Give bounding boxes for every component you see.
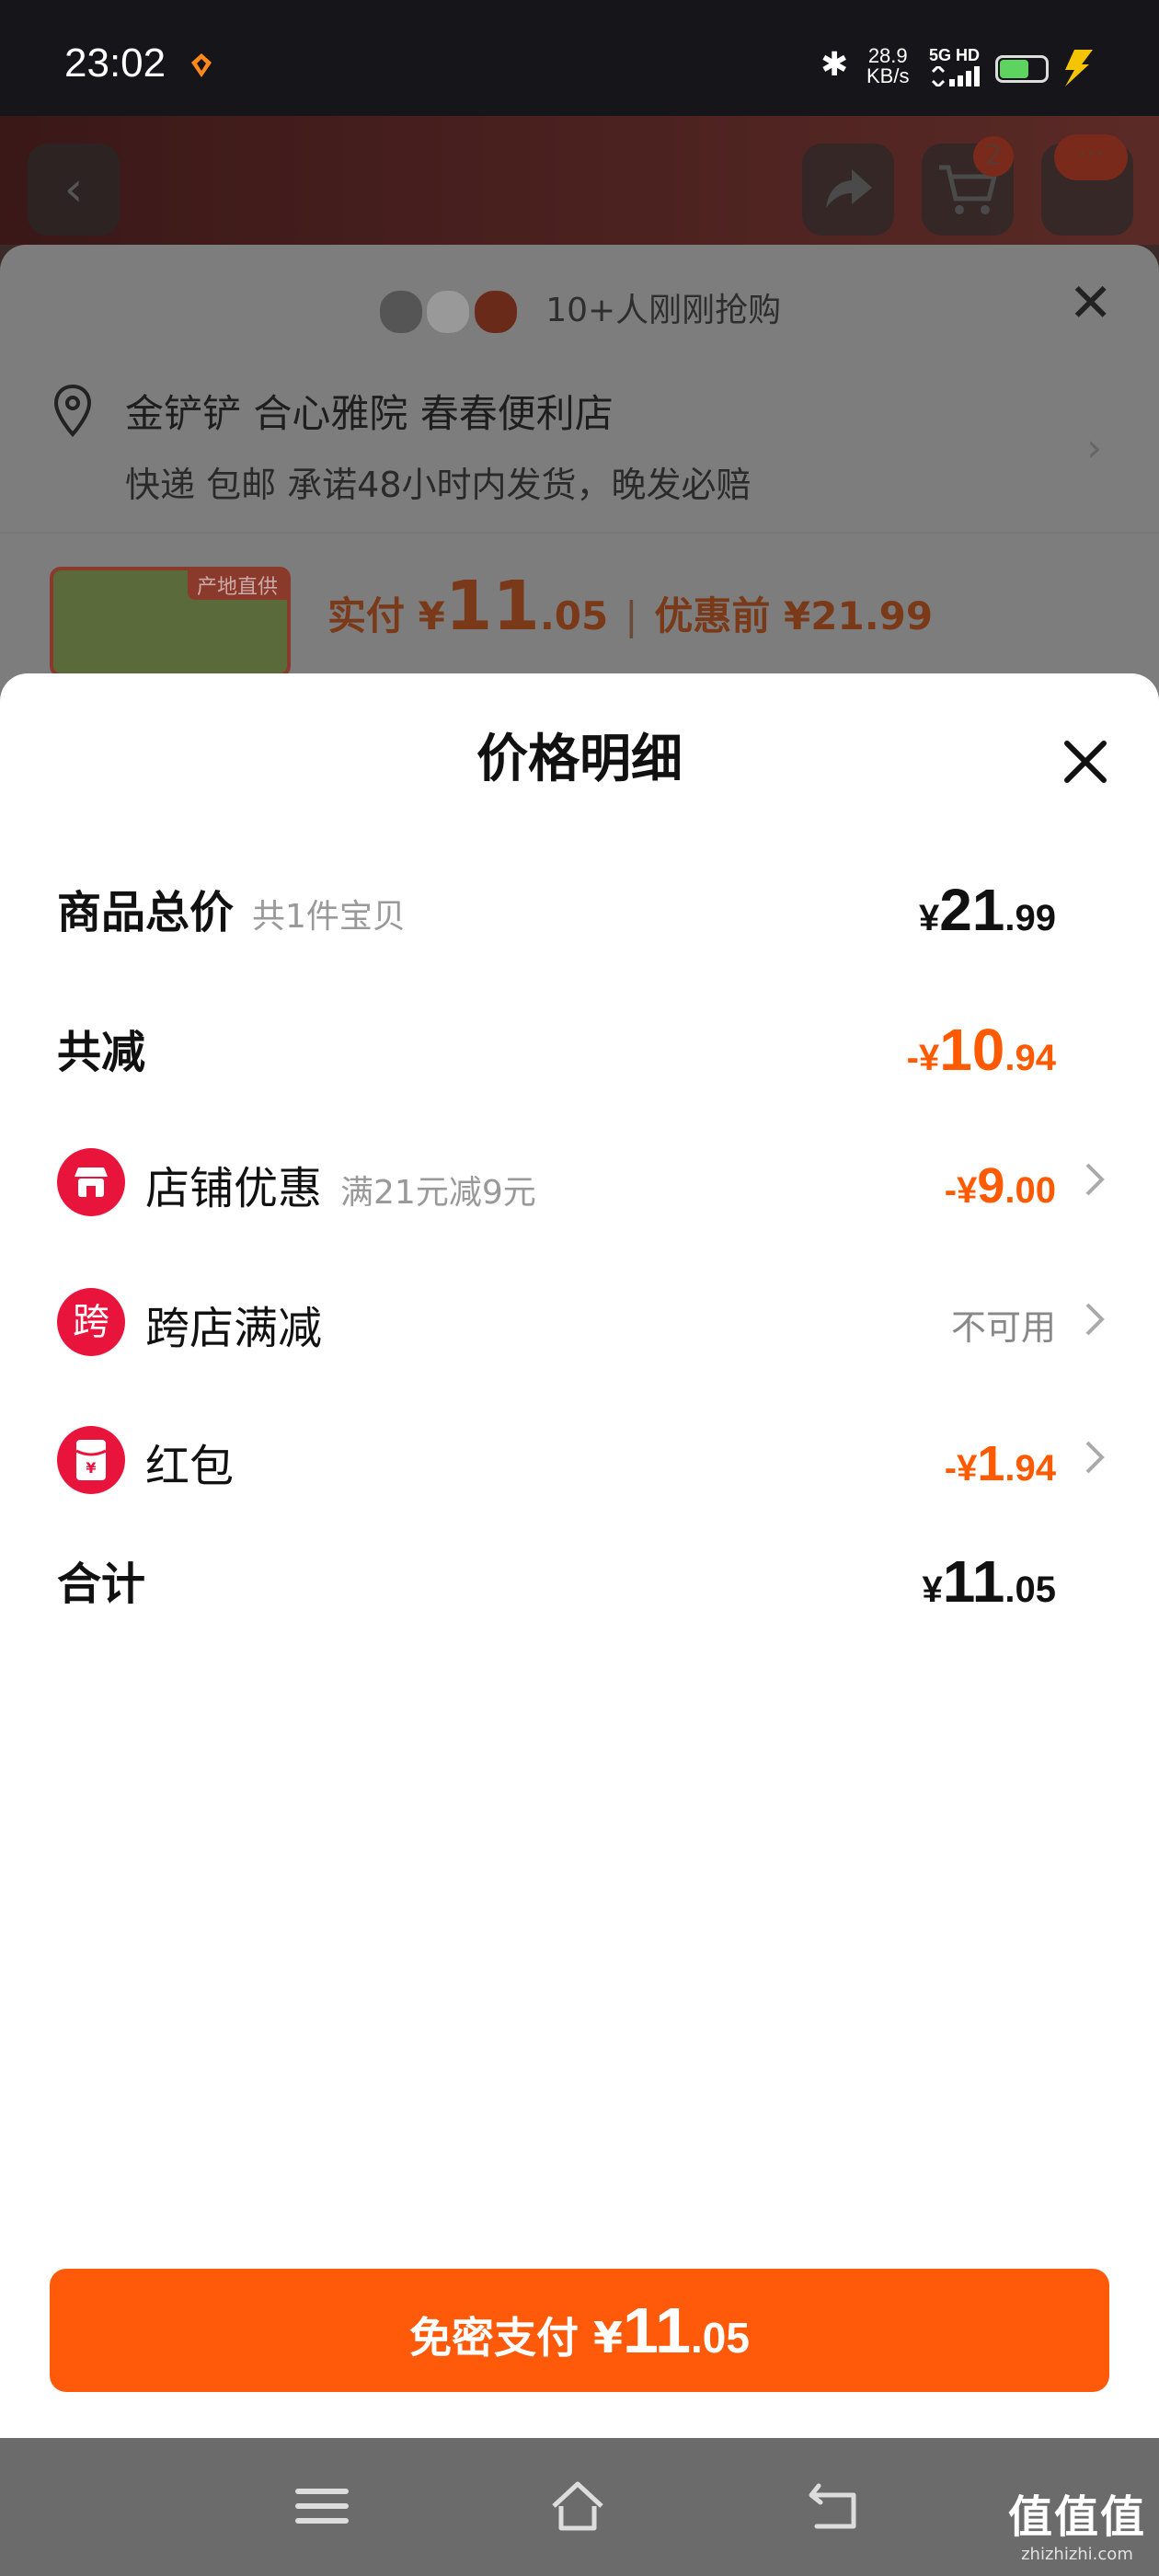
item-count: 共1件宝贝	[252, 898, 406, 936]
cross-store-status: 不可用	[950, 1307, 1056, 1348]
buyer-avatar	[377, 289, 424, 335]
item-total-value: ¥21.99	[919, 876, 1056, 944]
menu-icon[interactable]	[293, 2478, 351, 2534]
origin-tag: 产地直供	[187, 570, 287, 600]
paid-price: 实付 ¥11.05 | 优惠前 ¥21.99	[327, 567, 933, 646]
back-button[interactable]: ‹	[28, 144, 120, 236]
shop-discount-label: 店铺优惠 满21元减9元	[145, 1152, 536, 1216]
row-red-packet[interactable]: ¥ 红包 -¥1.94	[0, 1374, 1159, 1503]
chevron-right-icon	[1085, 1303, 1105, 1336]
currency: -¥	[906, 1038, 940, 1078]
more-dots: ···	[1054, 134, 1128, 180]
divider	[0, 532, 1159, 534]
battery-icon	[995, 55, 1049, 83]
total-discount-value: -¥10.94	[907, 1016, 1056, 1084]
network-type: 5G HD	[929, 46, 981, 64]
buyer-avatar	[472, 289, 519, 335]
pay-button-int: 11	[623, 2294, 692, 2366]
bluetooth-icon: ✱	[820, 46, 849, 84]
share-button[interactable]	[802, 144, 894, 236]
red-packet-icon: ¥	[57, 1426, 125, 1494]
chevron-right-icon: ›	[1086, 425, 1102, 470]
red-packet-label: 红包	[145, 1441, 235, 1492]
recent-buyers: 10+人刚刚抢购	[0, 283, 1159, 335]
value-dec: .05	[1004, 1570, 1056, 1610]
back-icon[interactable]	[806, 2478, 865, 2534]
modal-title: 价格明细	[476, 730, 683, 789]
value-int: 9	[977, 1158, 1005, 1213]
system-nav-bar	[0, 2438, 1159, 2576]
network-speed: 28.9 KB/s	[866, 46, 909, 86]
item-total-label: 商品总价	[57, 887, 235, 938]
sheet-close-button[interactable]: ✕	[1068, 276, 1113, 329]
value-int: 11	[942, 1548, 1005, 1615]
row-cross-store-discount[interactable]: 跨 跨店满减 不可用	[0, 1236, 1159, 1365]
paid-prefix: 实付 ¥	[327, 593, 445, 638]
password-free-pay-button[interactable]: 免密支付 ¥11.05	[50, 2269, 1109, 2392]
currency: ¥	[918, 898, 940, 938]
product-thumbnail: 产地直供	[50, 567, 291, 677]
value-dec: .94	[1004, 1038, 1056, 1078]
row-label: 商品总价 共1件宝贝	[57, 876, 406, 940]
before-discount-price: 优惠前 ¥21.99	[654, 593, 934, 638]
chevron-right-icon	[1085, 1163, 1105, 1196]
signal-icon	[931, 66, 980, 86]
grand-total-label: 合计	[57, 1558, 146, 1610]
row-item-total: 商品总价 共1件宝贝 ¥21.99	[0, 830, 1159, 959]
value-dec: .00	[1004, 1170, 1056, 1211]
value-dec: .99	[1004, 898, 1056, 938]
delivery-address[interactable]: 金铲铲 合心雅院 春春便利店	[125, 383, 614, 439]
location-icon	[53, 384, 92, 437]
shop-icon	[57, 1148, 125, 1216]
watermark-url: zhizhizhi.com	[1021, 2545, 1133, 2564]
paid-dec: .05	[539, 593, 609, 638]
pay-button-dec: .05	[691, 2314, 750, 2362]
cross-store-label: 跨店满减	[145, 1303, 323, 1354]
watermark-text: 值值值	[1007, 2491, 1146, 2543]
status-bar: 23:02 ✱ 28.9 KB/s 5G HD	[0, 0, 1159, 116]
red-packet-glyph: ¥	[86, 1459, 96, 1477]
value-int: 21	[939, 877, 1005, 943]
value-int: 10	[939, 1017, 1005, 1083]
app-notification-icon	[191, 53, 212, 77]
product-nav-bar: ‹ 2 ···	[0, 116, 1159, 245]
charging-icon	[1065, 50, 1093, 86]
price-separator: |	[625, 593, 638, 638]
row-shop-discount[interactable]: 店铺优惠 满21元减9元 -¥9.00	[0, 1097, 1159, 1225]
buyer-avatar	[425, 289, 472, 335]
currency: -¥	[944, 1170, 978, 1211]
share-icon	[826, 169, 872, 208]
close-icon[interactable]	[1061, 738, 1109, 786]
cart-badge: 2	[973, 136, 1014, 177]
network-speed-value: 28.9	[867, 44, 908, 67]
grand-total-value: ¥11.05	[922, 1547, 1056, 1616]
row-grand-total: 合计 ¥11.05	[0, 1501, 1159, 1630]
shop-discount-rule: 满21元减9元	[340, 1174, 536, 1212]
total-discount-label: 共减	[57, 1027, 146, 1078]
shop-discount-value: -¥9.00	[945, 1157, 1056, 1214]
status-time: 23:02	[64, 40, 166, 86]
pay-button-label: 免密支付 ¥	[409, 2313, 624, 2363]
value-int: 1	[977, 1436, 1005, 1491]
shipping-info: 快递 包邮 承诺48小时内发货，晚发必赔	[125, 465, 752, 505]
row-total-discount: 共减 -¥10.94	[0, 970, 1159, 1098]
recent-buyers-text: 10+人刚刚抢购	[545, 292, 782, 329]
cross-store-icon: 跨	[57, 1288, 125, 1356]
red-packet-value: -¥1.94	[945, 1435, 1056, 1492]
network-speed-unit: KB/s	[866, 64, 910, 87]
shop-discount-title: 店铺优惠	[145, 1163, 323, 1214]
price-detail-modal: 价格明细 商品总价 共1件宝贝 ¥21.99 共减 -¥10.94 店铺优惠 满21…	[0, 673, 1159, 2438]
currency: ¥	[922, 1570, 943, 1610]
watermark-logo: 值值值 zhizhizhi.com	[1008, 2480, 1146, 2564]
home-icon[interactable]	[548, 2478, 607, 2534]
value-dec: .94	[1004, 1448, 1056, 1489]
currency: -¥	[944, 1448, 978, 1489]
paid-int: 11	[444, 567, 540, 646]
chevron-right-icon	[1085, 1441, 1105, 1474]
